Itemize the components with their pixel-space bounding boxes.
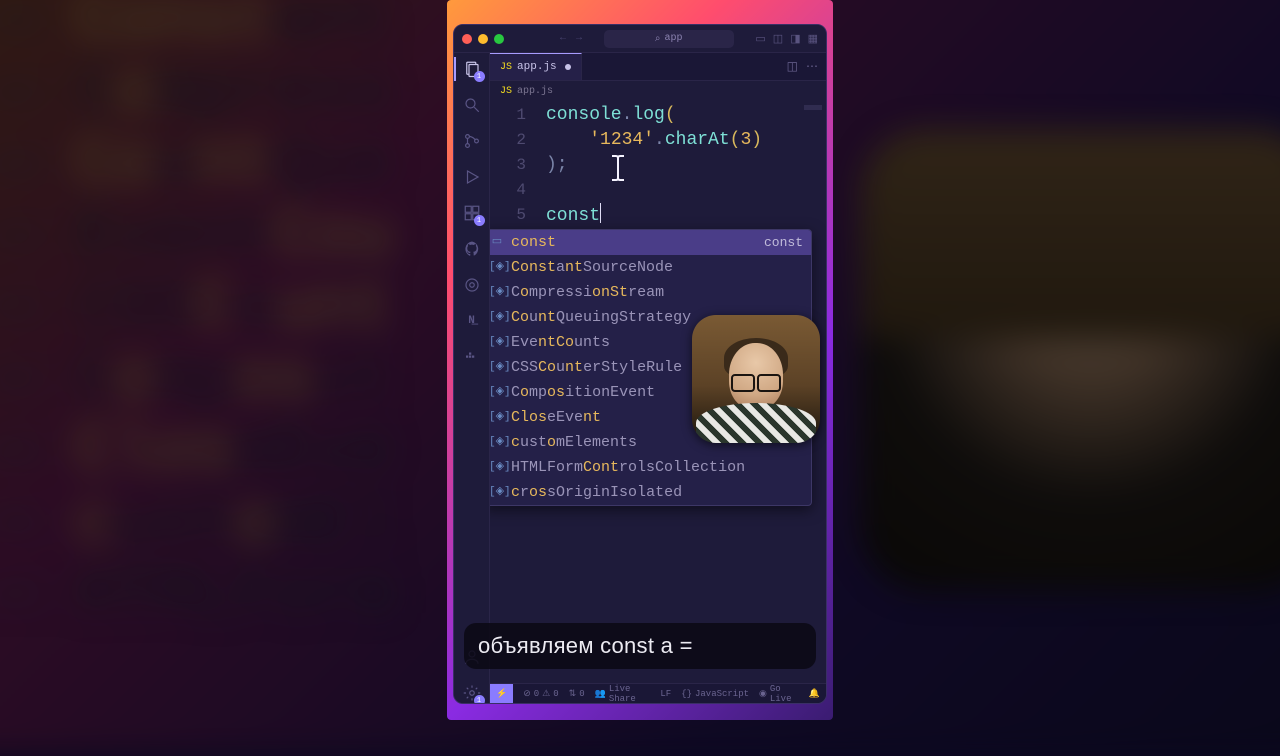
class-icon: [◈] xyxy=(490,255,505,280)
status-language[interactable]: {}JavaScript xyxy=(681,689,749,699)
zoom-window-button[interactable] xyxy=(494,34,504,44)
nav-forward-button[interactable]: → xyxy=(576,33,582,44)
suggest-item[interactable]: [◈] CompressionStream xyxy=(490,280,811,305)
suggest-item-label: ConstantSourceNode xyxy=(511,255,803,280)
activity-bar: 1 1 xyxy=(454,53,490,703)
close-window-button[interactable] xyxy=(462,34,472,44)
class-icon: [◈] xyxy=(490,405,505,430)
class-icon: [◈] xyxy=(490,480,505,505)
tab-dirty-indicator xyxy=(565,64,571,70)
docker-icon[interactable] xyxy=(462,347,482,367)
status-ports[interactable]: ⇅0 xyxy=(569,689,585,699)
class-icon: [◈] xyxy=(490,455,505,480)
suggest-item-label: CompressionStream xyxy=(511,280,803,305)
code-content: console.log( '1234'.charAt(3) ); const xyxy=(546,103,822,229)
suggest-item-label: HTMLFormControlsCollection xyxy=(511,455,803,480)
status-liveshare[interactable]: 👥Live Share xyxy=(595,684,651,704)
search-placeholder: app xyxy=(665,33,683,44)
status-eol[interactable]: LF xyxy=(660,689,671,699)
remote-explorer-icon[interactable] xyxy=(462,275,482,295)
class-icon: [◈] xyxy=(490,280,505,305)
class-icon: [◈] xyxy=(490,430,505,455)
extensions-badge: 1 xyxy=(474,215,485,226)
status-notifications-icon[interactable]: 🔔 xyxy=(809,689,820,699)
tab-bar: JS app.js ◫ ⋯ xyxy=(490,53,826,81)
settings-badge: 1 xyxy=(474,695,485,704)
search-icon: ⌕ xyxy=(655,33,661,45)
extensions-icon[interactable]: 1 xyxy=(462,203,482,223)
suggest-item-label: crossOriginIsolated xyxy=(511,480,803,505)
tab-appjs[interactable]: JS app.js xyxy=(490,53,582,80)
status-problems[interactable]: ⊘0 ⚠0 xyxy=(523,689,558,699)
source-control-icon[interactable] xyxy=(462,131,482,151)
suggest-item[interactable]: [◈] ConstantSourceNode xyxy=(490,255,811,280)
suggest-item-label: const xyxy=(511,230,758,255)
text-cursor xyxy=(600,203,601,223)
breadcrumb[interactable]: JS app.js xyxy=(490,81,826,101)
phone-column: ← → ⌕ app ▭ ◫ ◨ ▦ 1 xyxy=(447,0,833,720)
class-icon: [◈] xyxy=(490,330,505,355)
window-controls xyxy=(462,34,504,44)
status-golive[interactable]: ◉Go Live xyxy=(759,684,799,704)
js-file-icon: JS xyxy=(500,62,512,73)
layout-sidebar-icon[interactable]: ◫ xyxy=(773,32,783,46)
keyword-icon: ▭ xyxy=(490,230,505,255)
status-bar: ⚡ ⊘0 ⚠0 ⇅0 👥Live Share LF {}JavaScript ◉… xyxy=(490,683,826,703)
layout-customize-icon[interactable]: ▦ xyxy=(808,32,818,46)
suggest-item[interactable]: [◈] crossOriginIsolated xyxy=(490,480,811,505)
vscode-window: ← → ⌕ app ▭ ◫ ◨ ▦ 1 xyxy=(453,24,827,704)
nx-icon[interactable]: N͟ xyxy=(462,311,482,331)
settings-gear-icon[interactable]: 1 xyxy=(462,683,482,703)
suggest-item[interactable]: ▭constconst xyxy=(490,230,811,255)
video-caption: объявляем const a = xyxy=(464,623,816,669)
suggest-item-detail: const xyxy=(764,230,803,255)
tab-label: app.js xyxy=(517,61,557,73)
class-icon: [◈] xyxy=(490,305,505,330)
class-icon: [◈] xyxy=(490,355,505,380)
breadcrumb-file: app.js xyxy=(517,86,553,97)
layout-secondary-icon[interactable]: ◨ xyxy=(790,32,800,46)
tab-more-icon[interactable]: ⋯ xyxy=(806,59,818,74)
remote-indicator[interactable]: ⚡ xyxy=(490,684,513,703)
class-icon: [◈] xyxy=(490,380,505,405)
command-center-search[interactable]: ⌕ app xyxy=(604,30,734,48)
layout-panel-icon[interactable]: ▭ xyxy=(755,32,765,46)
explorer-icon[interactable]: 1 xyxy=(462,59,482,79)
github-icon[interactable] xyxy=(462,239,482,259)
webcam-overlay xyxy=(692,315,820,443)
minimize-window-button[interactable] xyxy=(478,34,488,44)
window-titlebar: ← → ⌕ app ▭ ◫ ◨ ▦ xyxy=(454,25,826,53)
js-file-icon: JS xyxy=(500,86,512,97)
suggest-item[interactable]: [◈] HTMLFormControlsCollection xyxy=(490,455,811,480)
search-activity-icon[interactable] xyxy=(462,95,482,115)
line-number-gutter: 1 2 3 4 5 xyxy=(490,103,536,228)
split-editor-icon[interactable]: ◫ xyxy=(787,59,798,74)
run-debug-icon[interactable] xyxy=(462,167,482,187)
nav-back-button[interactable]: ← xyxy=(560,33,566,44)
explorer-badge: 1 xyxy=(474,71,485,82)
